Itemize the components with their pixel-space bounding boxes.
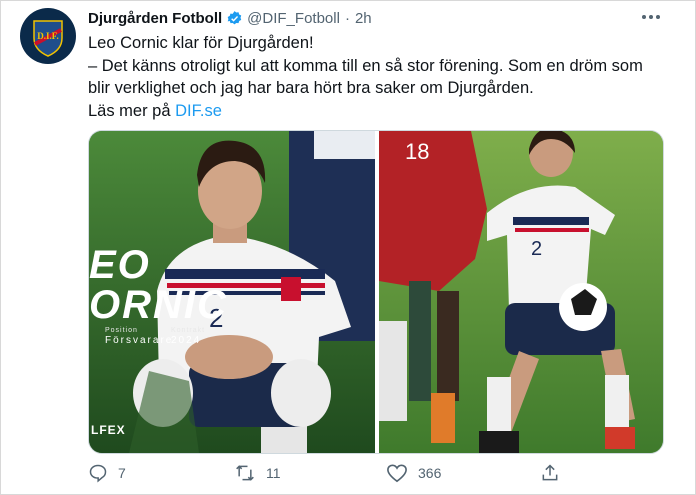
contract-value: 2024 [171,335,202,346]
tweet-text-line: – Det känns otroligt kul att komma till … [88,56,643,75]
reply-button[interactable]: 7 [88,458,126,488]
tweet-text-line: Leo Cornic klar för Djurgården! [88,34,314,52]
photo-player-action[interactable]: 18 2 [379,131,663,453]
tweet-time[interactable]: 2h [355,10,372,27]
heart-icon [387,464,407,483]
shirt-number-right: 2 [531,238,542,260]
share-icon [542,464,558,481]
separator-dot: · [344,9,350,27]
tweet-header: Djurgården Fotboll @DIF_Fotboll · 2h [88,8,666,28]
shirt-number-opponent: 18 [405,139,429,164]
player-name-overlay-line2: ORNIC [89,283,228,327]
avatar-text: D.I.F. [37,31,58,41]
position-value: Försvarare [105,335,174,346]
like-count: 366 [418,465,442,481]
photo-player-portrait[interactable]: 2 EO ORNIC Position Kontrakt Försvarare … [89,131,375,453]
retweet-count: 11 [266,465,281,481]
position-label: Position [105,327,138,334]
tweet-text-line: blir verklighet och jag har bara hört br… [88,79,534,97]
tweet-text-prefix: Läs mer på [88,101,176,120]
dif-crest-icon: D.I.F. [21,9,75,63]
player-action-illustration: 18 2 [379,131,663,453]
dif-link[interactable]: DIF.se [175,102,222,120]
author-handle[interactable]: @DIF_Fotboll [247,10,340,27]
share-button[interactable] [540,458,570,488]
contract-label: Kontrakt [171,327,206,334]
retweet-button[interactable]: 11 [234,458,281,488]
like-button[interactable]: 366 [386,458,441,488]
reply-count: 7 [118,465,126,481]
brand-logo: LFEX [91,423,126,437]
tweet-actions: 7 11 366 [88,458,568,488]
retweet-icon [236,465,254,481]
avatar[interactable]: D.I.F. [20,8,76,64]
reply-icon [89,464,107,483]
verified-badge-icon [226,10,243,27]
author-name[interactable]: Djurgården Fotboll [88,10,222,27]
tweet-text-line: Läs mer på DIF.se [88,100,678,123]
player-name-overlay-line1: EO [89,243,151,287]
more-options-icon[interactable] [640,8,662,26]
tweet-text: Leo Cornic klar för Djurgården! – Det kä… [88,32,678,122]
media-grid: 2 EO ORNIC Position Kontrakt Försvarare … [88,130,664,454]
